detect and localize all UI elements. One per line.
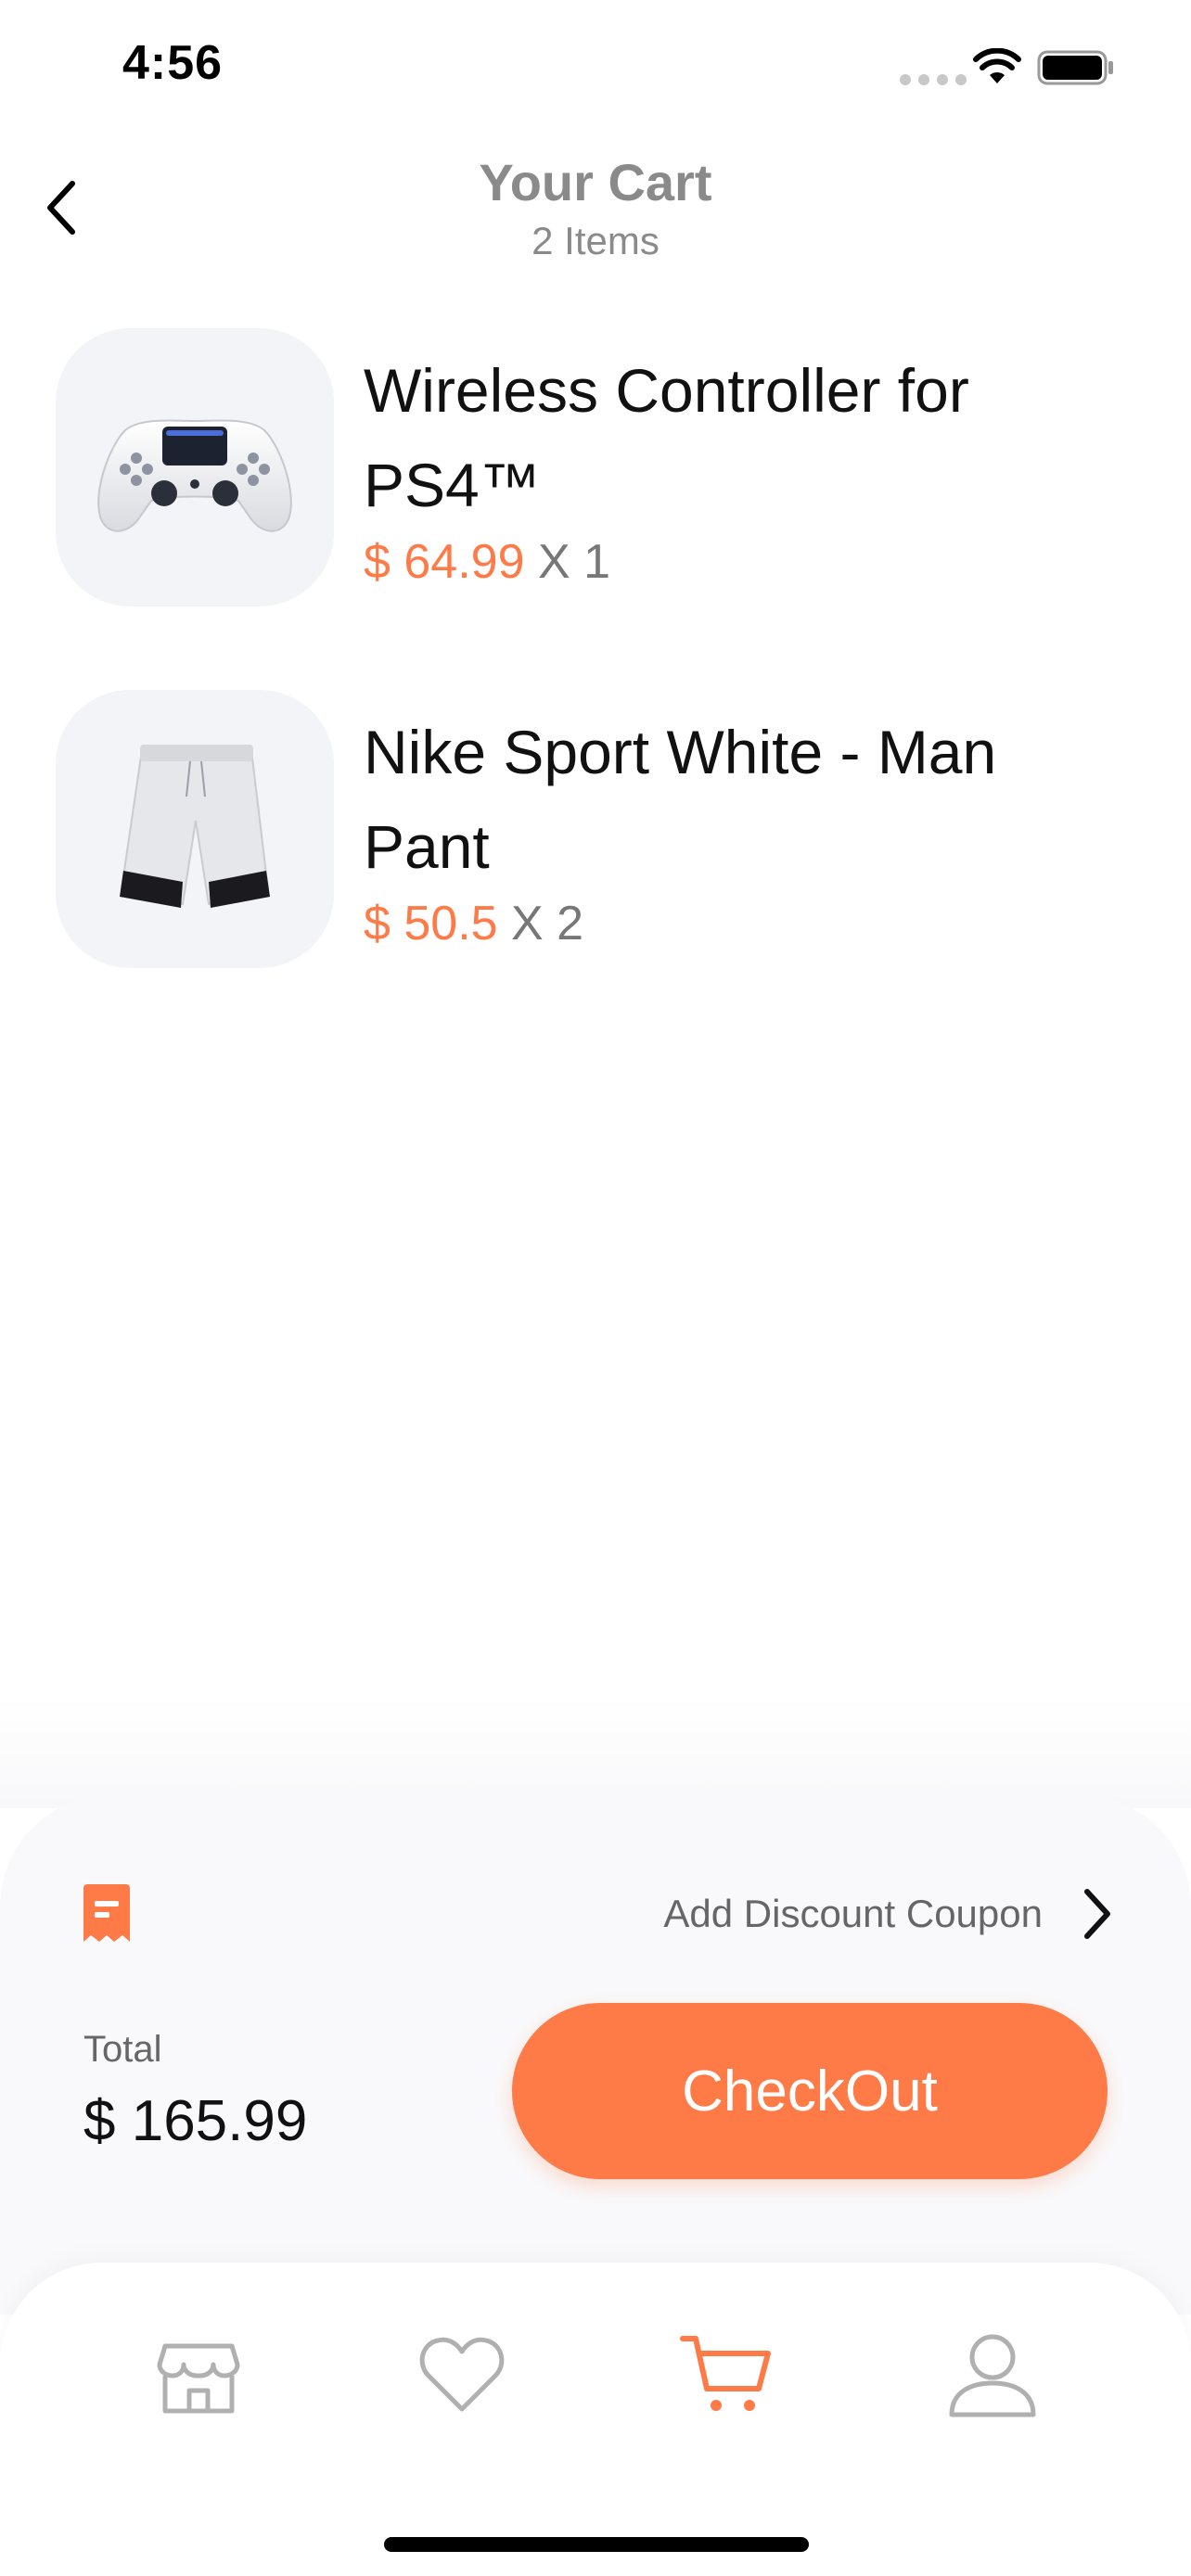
price-line: $ 50.5 X 2 [364,896,583,951]
battery-icon [1037,50,1113,85]
add-coupon-button[interactable]: Add Discount Coupon [557,1877,1113,1951]
product-image [56,328,334,606]
product-name: Wireless Controller for PS4™ [364,356,969,519]
cart-icon [680,2336,771,2411]
chevron-right-icon [1084,1889,1110,1939]
page-title: Your Cart [479,153,712,211]
signal-icon [900,74,967,85]
product-price: $ 64.99 [364,535,525,589]
product-quantity: X 2 [511,897,584,950]
price-line: $ 64.99 X 1 [364,534,610,590]
tab-shop[interactable] [143,2318,254,2429]
tab-cart[interactable] [672,2318,783,2429]
tab-profile[interactable] [937,2318,1048,2429]
status-time: 4:56 [122,36,224,90]
heart-icon [419,2337,505,2412]
cart-item[interactable]: Nike Sport White - Man Pant $ 50.5 X 2 [56,690,1132,968]
item-count: 2 Items [531,219,660,262]
status-bar: 4:56 [0,0,1191,130]
panel-shadow [0,1697,1191,1808]
product-name: Nike Sport White - Man Pant [364,718,997,881]
total-label: Total [83,2029,162,2070]
coupon-label: Add Discount Coupon [663,1892,1043,1935]
tab-favorites[interactable] [406,2318,518,2429]
product-image [56,690,334,968]
receipt-icon [83,1884,130,1942]
product-quantity: X 1 [537,535,611,589]
sport-shorts-image [120,745,270,908]
product-price: $ 50.5 [364,897,498,950]
total-value: $ 165.99 [83,2089,308,2153]
user-icon [949,2334,1036,2417]
game-controller-image [97,419,292,532]
home-indicator[interactable] [384,2537,809,2552]
shop-icon [157,2343,240,2414]
checkout-button[interactable]: CheckOut [512,2003,1108,2179]
cart-item[interactable]: Wireless Controller for PS4™ $ 64.99 X 1 [56,328,1132,606]
wifi-icon [973,48,1021,83]
